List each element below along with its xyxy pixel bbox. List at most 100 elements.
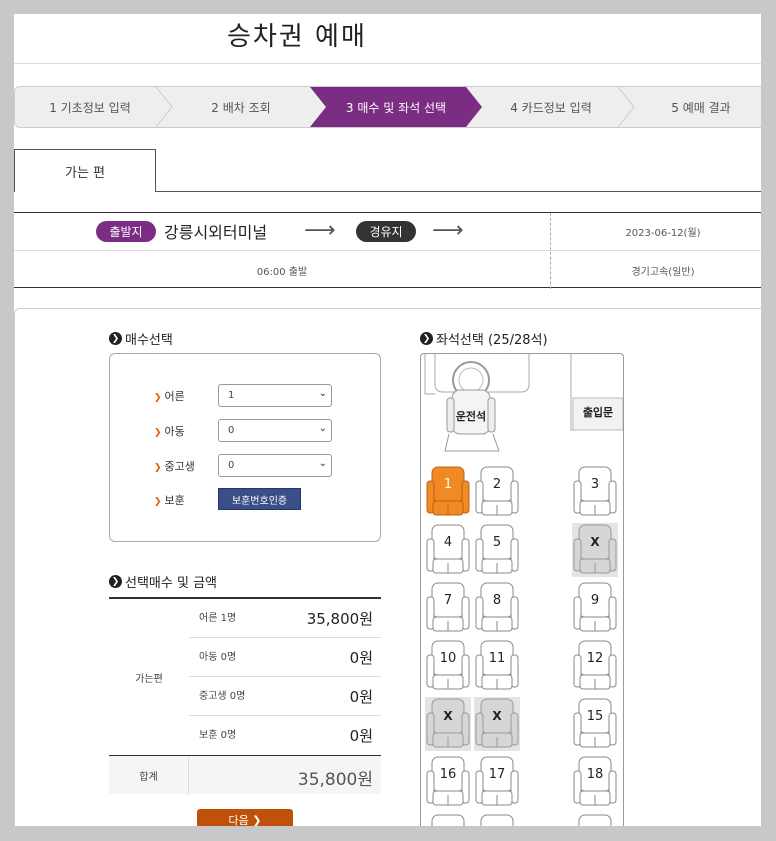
page-title: 승차권 예매 bbox=[227, 22, 367, 52]
total-row: 합계 35,800원 bbox=[109, 755, 381, 795]
seat[interactable]: 10 bbox=[425, 639, 471, 693]
bullet-icon: ❯ bbox=[154, 393, 162, 403]
summary-row: 중고생 0명 0원 bbox=[189, 677, 381, 716]
chevron-down-icon: ⌄ bbox=[318, 423, 327, 434]
bullet-icon: ❯ bbox=[154, 428, 162, 438]
adult-count-value: 1 bbox=[228, 390, 235, 401]
total-amount: 35,800원 bbox=[297, 770, 373, 790]
veteran-verify-button[interactable]: 보훈번호인증 bbox=[218, 488, 301, 510]
child-count-select[interactable]: 0 ⌄ bbox=[218, 419, 332, 442]
summary-row-amount: 0원 bbox=[349, 649, 373, 667]
seat-sold: X bbox=[572, 523, 618, 577]
bus-company: 경기고속(일반) bbox=[631, 266, 695, 278]
seat-number: X bbox=[443, 709, 453, 723]
bullet-icon: ❯ bbox=[154, 497, 162, 507]
seat[interactable]: 4 bbox=[425, 523, 471, 577]
seat[interactable]: 17 bbox=[474, 755, 520, 809]
seat-number: 17 bbox=[488, 767, 506, 782]
seat-map: 운전석 출입문 12345X789101112XX15161718192021 bbox=[420, 353, 624, 826]
count-title-text: 매수선택 bbox=[125, 333, 173, 348]
seat[interactable]: 21 bbox=[572, 813, 618, 826]
count-label: ❯ 보훈 bbox=[154, 492, 185, 508]
seat[interactable]: 11 bbox=[474, 639, 520, 693]
progress-steps: 1 기초정보 입력 2 배차 조회 3 매수 및 좌석 선택 4 카드정보 입력… bbox=[14, 86, 761, 128]
seat[interactable]: 9 bbox=[572, 581, 618, 635]
student-count-select[interactable]: 0 ⌄ bbox=[218, 454, 332, 477]
summary-row-label: 중고생 0명 bbox=[199, 691, 246, 702]
adult-count-select[interactable]: 1 ⌄ bbox=[218, 384, 332, 407]
summary-row: 아동 0명 0원 bbox=[189, 638, 381, 677]
seat-sold: X bbox=[474, 697, 520, 751]
summary-row-label: 보훈 0명 bbox=[199, 730, 237, 741]
title-divider bbox=[14, 63, 761, 64]
summary-row-amount: 0원 bbox=[349, 688, 373, 706]
seat-section-title: ❯ 좌석선택 (25/28석) bbox=[420, 329, 548, 348]
count-label: ❯ 어른 bbox=[154, 388, 185, 404]
chevron-down-icon: ⌄ bbox=[318, 458, 327, 469]
seat-number: 21 bbox=[572, 825, 618, 826]
page: 승차권 예매 1 기초정보 입력 2 배차 조회 3 매수 및 좌석 선택 4 … bbox=[0, 0, 776, 841]
count-row-adult: ❯ 어른 1 ⌄ bbox=[110, 384, 382, 408]
student-label: 중고생 bbox=[164, 460, 195, 473]
driver-seat-label: 운전석 bbox=[455, 410, 487, 423]
child-label: 아동 bbox=[164, 425, 185, 438]
tab-outbound[interactable]: 가는 편 bbox=[14, 149, 156, 192]
route-info: 출발지 강릉시외터미널 ⟶ 경유지 ⟶ 2023-06-12(월) 06:00 … bbox=[14, 212, 761, 289]
seat[interactable]: 7 bbox=[425, 581, 471, 635]
step-3: 3 매수 및 좌석 선택 bbox=[345, 100, 447, 115]
step-1: 1 기초정보 입력 bbox=[49, 100, 131, 115]
summary-row: 보훈 0명 0원 bbox=[189, 716, 381, 755]
seat-number: 10 bbox=[439, 651, 457, 666]
summary-title-text: 선택매수 및 금액 bbox=[125, 576, 217, 591]
seat-selected[interactable]: 1 bbox=[425, 465, 471, 519]
summary-row-label: 어른 1명 bbox=[199, 613, 237, 624]
seat-number: 18 bbox=[586, 767, 604, 782]
summary-row-amount: 0원 bbox=[349, 727, 373, 745]
count-label: ❯ 중고생 bbox=[154, 458, 195, 474]
count-label: ❯ 아동 bbox=[154, 423, 185, 439]
adult-label: 어른 bbox=[164, 390, 185, 403]
seat-number: 19 bbox=[425, 825, 471, 826]
summary-row-amount: 35,800원 bbox=[306, 610, 373, 628]
seat-number: 7 bbox=[443, 593, 453, 608]
summary-row-label: 아동 0명 bbox=[199, 652, 237, 663]
seat[interactable]: 20 bbox=[474, 813, 520, 826]
seat[interactable]: 18 bbox=[572, 755, 618, 809]
seat[interactable]: 12 bbox=[572, 639, 618, 693]
step-4: 4 카드정보 입력 bbox=[510, 100, 592, 115]
door-label: 출입문 bbox=[582, 406, 614, 419]
child-count-value: 0 bbox=[228, 425, 235, 436]
summary-row: 어른 1명 35,800원 bbox=[189, 599, 381, 638]
veteran-label: 보훈 bbox=[164, 494, 185, 507]
seat-number: 9 bbox=[590, 593, 600, 608]
chevron-right-icon: ❯ bbox=[109, 575, 122, 588]
step-5: 5 예매 결과 bbox=[671, 100, 731, 115]
seat[interactable]: 5 bbox=[474, 523, 520, 577]
seat-sold: X bbox=[425, 697, 471, 751]
seat-number: 12 bbox=[586, 651, 604, 666]
seat[interactable]: 15 bbox=[572, 697, 618, 751]
seat-number: 15 bbox=[586, 709, 604, 724]
seat-number: 4 bbox=[443, 535, 453, 550]
total-label: 합계 bbox=[109, 756, 189, 795]
seat[interactable]: 8 bbox=[474, 581, 520, 635]
chevron-down-icon: ⌄ bbox=[318, 388, 327, 399]
seat-number: 1 bbox=[443, 477, 453, 492]
seat[interactable]: 16 bbox=[425, 755, 471, 809]
seat-number: 3 bbox=[590, 477, 600, 492]
booking-sheet: 승차권 예매 1 기초정보 입력 2 배차 조회 3 매수 및 좌석 선택 4 … bbox=[14, 14, 761, 826]
bullet-icon: ❯ bbox=[154, 463, 162, 473]
student-count-value: 0 bbox=[228, 460, 235, 471]
seat-number: 20 bbox=[474, 825, 520, 826]
seat[interactable]: 2 bbox=[474, 465, 520, 519]
arrow-icon: ⟶ bbox=[432, 218, 464, 243]
next-button[interactable]: 다음 ❯ bbox=[197, 809, 293, 826]
seat[interactable]: 3 bbox=[572, 465, 618, 519]
count-box: ❯ 어른 1 ⌄ ❯ 아동 0 ⌄ ❯ 중고생 0 ⌄ ❯ 보훈 보훈번호인증 bbox=[109, 353, 381, 542]
seat[interactable]: 19 bbox=[425, 813, 471, 826]
seat-number: 11 bbox=[488, 651, 506, 666]
chevron-right-icon: ❯ bbox=[420, 332, 433, 345]
seat-number: 5 bbox=[492, 535, 502, 550]
seat-number: X bbox=[492, 709, 502, 723]
departure-badge: 출발지 bbox=[96, 221, 156, 242]
